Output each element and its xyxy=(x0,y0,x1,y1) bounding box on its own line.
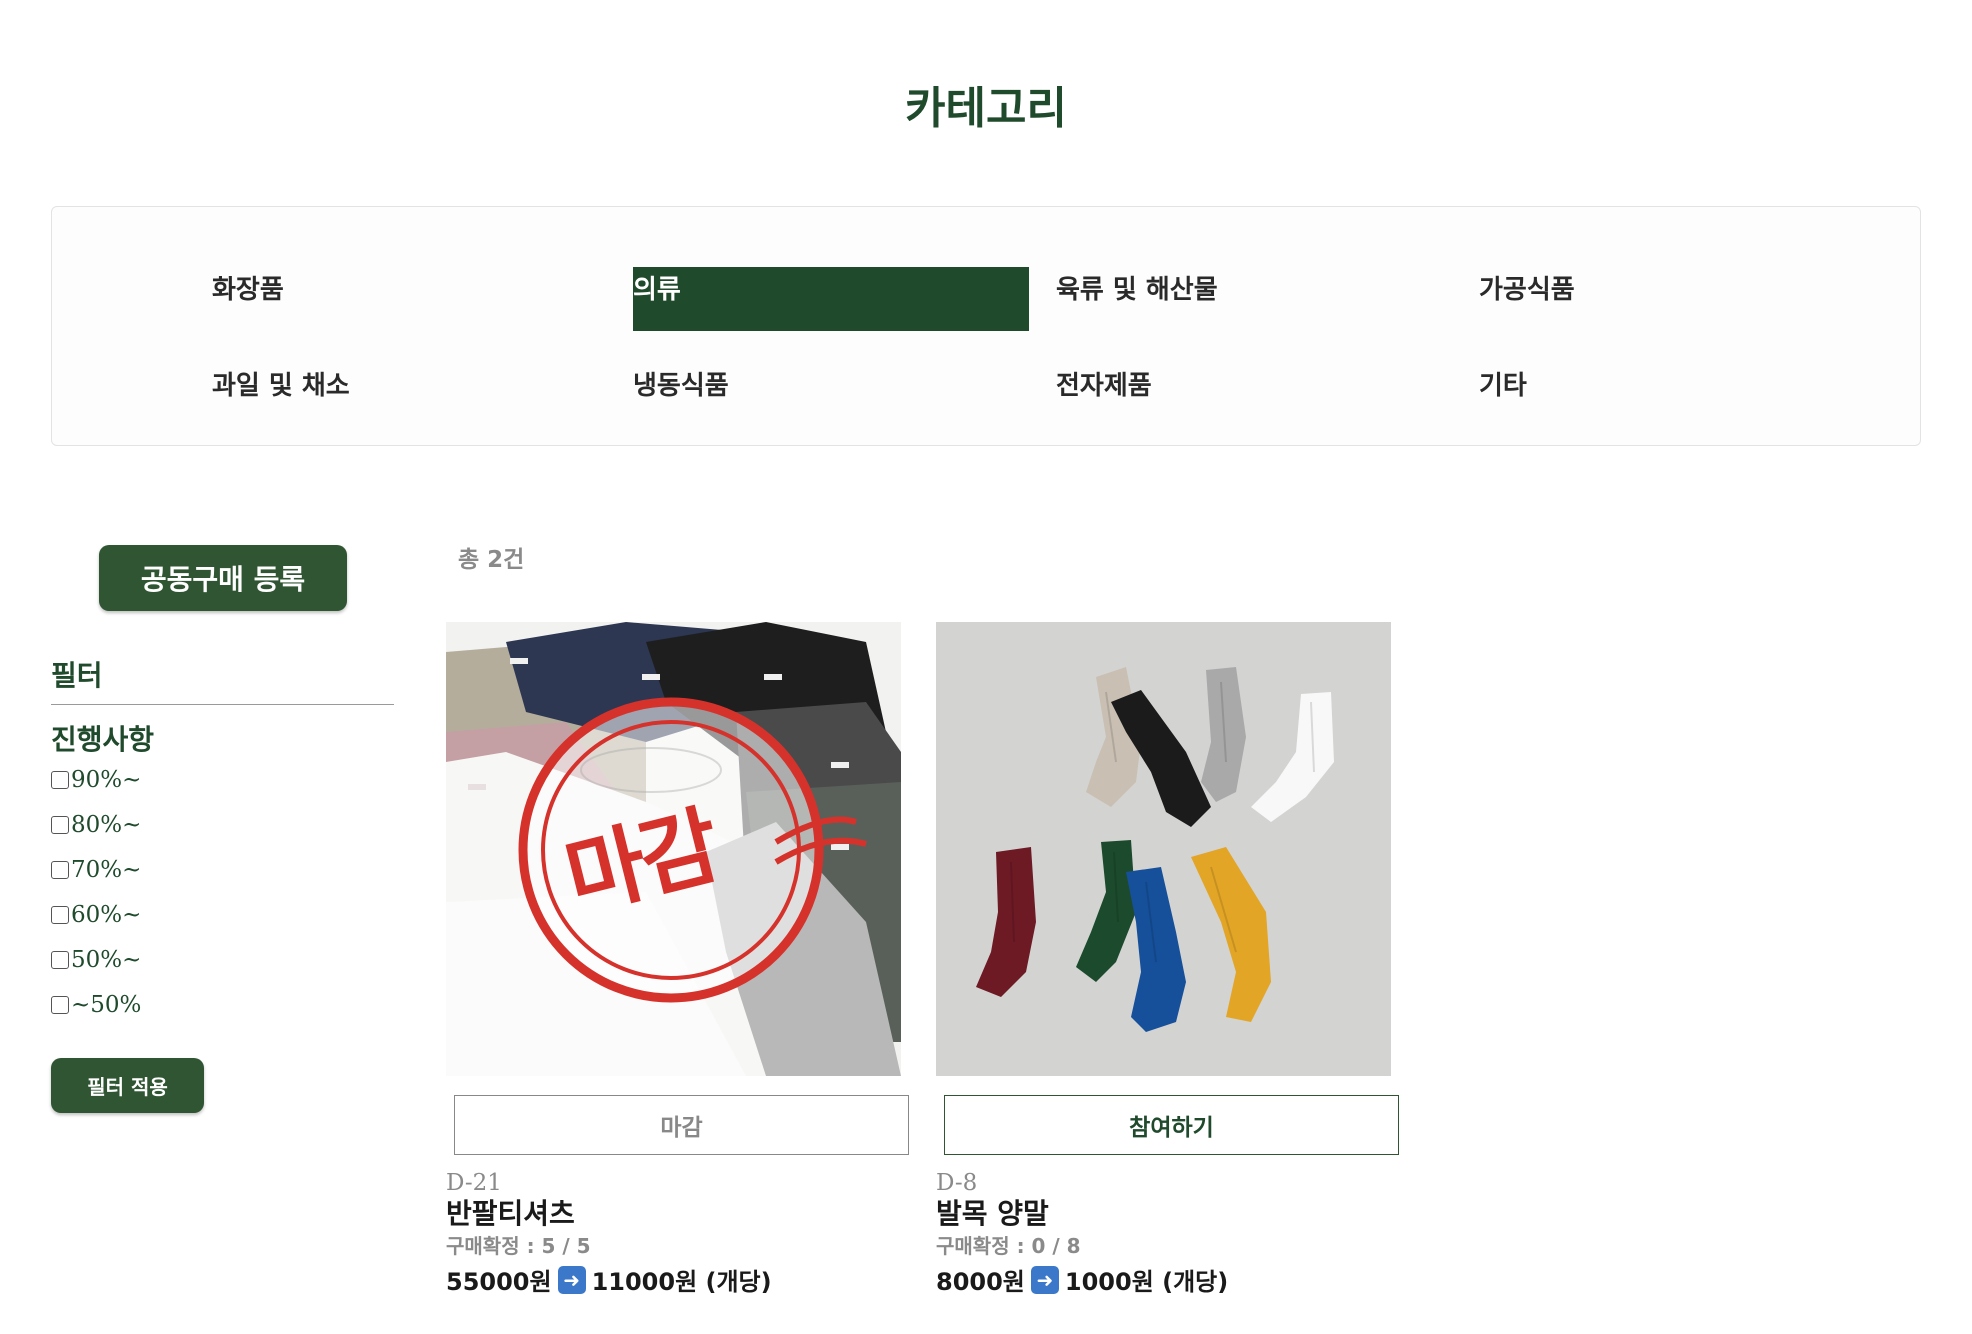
category-processed-food[interactable]: 가공식품 xyxy=(1479,267,1575,331)
original-price: 8000원 xyxy=(936,1268,1025,1296)
category-panel: 화장품 의류 육류 및 해산물 가공식품 과일 및 채소 냉동식품 전자제품 기… xyxy=(51,206,1921,446)
category-etc[interactable]: 기타 xyxy=(1479,363,1527,427)
filter-heading: 필터 xyxy=(51,659,103,692)
purchase-confirm-count: 구매확정 : 5 / 5 xyxy=(446,1234,591,1258)
checkbox[interactable] xyxy=(51,951,69,969)
original-price: 55000원 xyxy=(446,1268,552,1296)
closed-button[interactable]: 마감 xyxy=(454,1095,909,1155)
socks-image[interactable] xyxy=(936,622,1391,1076)
apply-filter-button[interactable]: 필터 적용 xyxy=(51,1058,204,1113)
price-row: 8000원 ➜ 1000원 (개당) xyxy=(936,1262,1228,1297)
product-card: 마감 마감 D-21 반팔티셔츠 구매확정 : 5 / 5 55000원 ➜ 1… xyxy=(446,622,909,1296)
filter-option-90[interactable]: 90%~ xyxy=(51,763,141,797)
unit-price: 1000원 (개당) xyxy=(1064,1268,1229,1296)
right-arrow-icon: ➜ xyxy=(557,1265,586,1294)
filter-option-label: ~50% xyxy=(71,992,142,1018)
filter-option-60[interactable]: 60%~ xyxy=(51,898,141,932)
product-card: 참여하기 D-8 발목 양말 구매확정 : 0 / 8 8000원 ➜ 1000… xyxy=(936,622,1399,1296)
filter-option-label: 70%~ xyxy=(71,857,142,883)
unit-price: 11000원 (개당) xyxy=(591,1268,772,1296)
category-frozen-food[interactable]: 냉동식품 xyxy=(633,363,729,427)
category-clothing[interactable]: 의류 xyxy=(633,267,1029,331)
join-button[interactable]: 참여하기 xyxy=(944,1095,1399,1155)
filter-option-under-50[interactable]: ~50% xyxy=(51,988,141,1022)
filter-option-label: 90%~ xyxy=(71,767,142,793)
total-count: 총 2건 xyxy=(458,547,525,573)
filter-divider xyxy=(51,704,394,705)
checkbox[interactable] xyxy=(51,816,69,834)
filter-option-50[interactable]: 50%~ xyxy=(51,943,141,977)
register-group-buy-button[interactable]: 공동구매 등록 xyxy=(99,545,347,611)
checkbox[interactable] xyxy=(51,861,69,879)
category-meat-seafood[interactable]: 육류 및 해산물 xyxy=(1056,267,1218,331)
page-title: 카테고리 xyxy=(905,83,1067,134)
product-name[interactable]: 반팔티셔츠 xyxy=(446,1192,575,1232)
checkbox[interactable] xyxy=(51,771,69,789)
filter-option-80[interactable]: 80%~ xyxy=(51,808,141,842)
filter-option-label: 60%~ xyxy=(71,902,142,928)
checkbox[interactable] xyxy=(51,996,69,1014)
product-name[interactable]: 발목 양말 xyxy=(936,1192,1049,1232)
category-electronics[interactable]: 전자제품 xyxy=(1056,363,1152,427)
filter-option-70[interactable]: 70%~ xyxy=(51,853,141,887)
tshirt-stack-image[interactable]: 마감 xyxy=(446,622,901,1076)
progress-heading: 진행사항 xyxy=(51,723,155,756)
category-cosmetics[interactable]: 화장품 xyxy=(212,267,284,331)
price-row: 55000원 ➜ 11000원 (개당) xyxy=(446,1262,772,1297)
checkbox[interactable] xyxy=(51,906,69,924)
category-fruit-vegetables[interactable]: 과일 및 채소 xyxy=(212,363,350,427)
purchase-confirm-count: 구매확정 : 0 / 8 xyxy=(936,1234,1081,1258)
filter-option-label: 50%~ xyxy=(71,947,142,973)
filter-option-label: 80%~ xyxy=(71,812,142,838)
right-arrow-icon: ➜ xyxy=(1030,1265,1059,1294)
